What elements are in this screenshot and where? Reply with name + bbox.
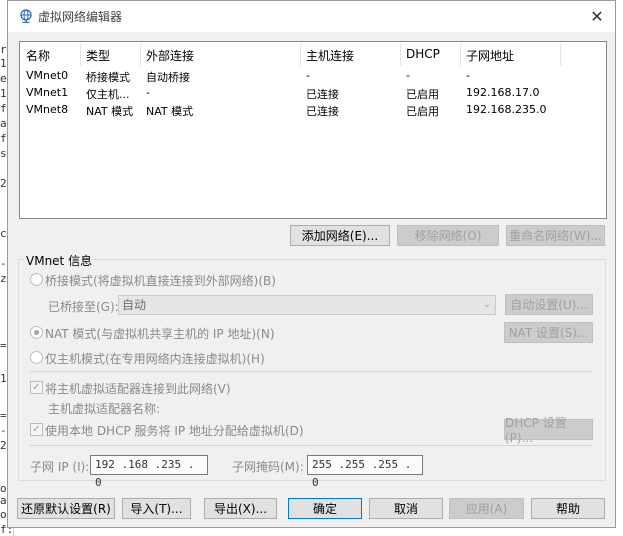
- bridged-to-select[interactable]: 自动 ⌄: [118, 295, 496, 315]
- table-row[interactable]: VMnet1 仅主机... - 已连接 已启用 192.168.17.0: [20, 85, 606, 102]
- import-button[interactable]: 导入(T)...: [122, 498, 191, 519]
- cell-host: -: [306, 69, 310, 82]
- dhcp-checkbox[interactable]: ✓: [30, 423, 43, 436]
- cell-dhcp: 已启用: [406, 105, 439, 118]
- bridged-to-value: 自动: [122, 298, 147, 312]
- cell-subnet: -: [466, 69, 470, 82]
- column-header-subnet[interactable]: 子网地址: [466, 47, 514, 65]
- table-row[interactable]: VMnet8 NAT 模式 NAT 模式 已连接 已启用 192.168.235…: [20, 102, 606, 119]
- close-icon: ✕: [590, 6, 604, 26]
- nat-settings-button[interactable]: NAT 设置(S)...: [504, 322, 593, 343]
- dhcp-label: 使用本地 DHCP 服务将 IP 地址分配给虚拟机(D): [45, 424, 304, 438]
- connect-adapter-label: 将主机虚拟适配器连接到此网络(V): [45, 382, 231, 396]
- apply-button[interactable]: 应用(A): [449, 498, 524, 519]
- bridged-to-label: 已桥接至(G):: [48, 300, 119, 314]
- host-only-mode-radio[interactable]: [30, 351, 43, 364]
- network-globe-icon: [20, 9, 32, 23]
- column-divider: [400, 44, 401, 66]
- ok-button[interactable]: 确定: [288, 498, 362, 519]
- column-header-external[interactable]: 外部连接: [146, 47, 194, 65]
- cell-external: NAT 模式: [146, 105, 194, 118]
- cell-subnet: 192.168.235.0: [466, 103, 547, 116]
- remove-network-button[interactable]: 移除网络(O): [397, 225, 499, 246]
- subnet-mask-input[interactable]: 255 .255 .255 . 0: [307, 455, 423, 489]
- cell-external: -: [146, 86, 150, 99]
- help-button[interactable]: 帮助: [531, 498, 605, 519]
- title-bar[interactable]: 虚拟网络编辑器 ✕: [8, 1, 615, 32]
- cell-dhcp: -: [406, 69, 410, 82]
- network-list-table[interactable]: 名称 类型 外部连接 主机连接 DHCP 子网地址 VMnet0 桥接模式 自动…: [19, 41, 607, 219]
- auto-settings-button[interactable]: 自动设置(U)...: [505, 294, 593, 315]
- cancel-button[interactable]: 取消: [369, 498, 443, 519]
- rename-network-button[interactable]: 重命名网络(W)...: [506, 225, 605, 246]
- virtual-network-editor-dialog: 虚拟网络编辑器 ✕ 名称 类型 外部连接 主机连接 DHCP 子网地址 VMne…: [7, 0, 616, 528]
- column-divider: [300, 44, 301, 66]
- cell-type: 仅主机...: [86, 88, 130, 101]
- cell-external: 自动桥接: [146, 71, 190, 84]
- chevron-down-icon: ⌄: [482, 299, 491, 310]
- subnet-mask-label: 子网掩码(M):: [232, 460, 304, 474]
- column-header-name[interactable]: 名称: [26, 47, 50, 65]
- vmnet-info-group: [18, 259, 606, 481]
- table-row[interactable]: VMnet0 桥接模式 自动桥接 - - -: [20, 68, 606, 85]
- bridged-mode-label: 桥接模式(将虚拟机直接连接到外部网络)(B): [45, 274, 276, 288]
- host-only-mode-label: 仅主机模式(在专用网络内连接虚拟机)(H): [45, 352, 265, 366]
- divider: [30, 371, 593, 372]
- cell-type: 桥接模式: [86, 71, 130, 84]
- export-button[interactable]: 导出(X)...: [204, 498, 277, 519]
- column-divider: [140, 44, 141, 66]
- cell-host: 已连接: [306, 88, 339, 101]
- restore-defaults-button[interactable]: 还原默认设置(R): [17, 498, 115, 519]
- cell-subnet: 192.168.17.0: [466, 86, 540, 99]
- nat-mode-label: NAT 模式(与虚拟机共享主机的 IP 地址)(N): [45, 327, 275, 341]
- column-divider: [80, 44, 81, 66]
- cell-name: VMnet8: [26, 103, 69, 116]
- bridged-mode-radio[interactable]: [30, 273, 43, 286]
- cell-type: NAT 模式: [86, 105, 134, 118]
- column-divider: [560, 44, 561, 66]
- window-title: 虚拟网络编辑器: [38, 10, 123, 24]
- column-divider: [460, 44, 461, 66]
- column-header-type[interactable]: 类型: [86, 47, 110, 65]
- cell-name: VMnet0: [26, 69, 69, 82]
- column-header-dhcp[interactable]: DHCP: [406, 47, 440, 65]
- adapter-name-label: 主机虚拟适配器名称:: [48, 402, 161, 416]
- cell-dhcp: 已启用: [406, 88, 439, 101]
- vmnet-info-title: VMnet 信息: [24, 252, 95, 269]
- close-button[interactable]: ✕: [583, 3, 611, 29]
- cell-host: 已连接: [306, 105, 339, 118]
- column-header-host[interactable]: 主机连接: [306, 47, 354, 65]
- divider: [30, 445, 593, 446]
- nat-mode-radio[interactable]: [30, 326, 43, 339]
- subnet-ip-input[interactable]: 192 .168 .235 . 0: [90, 455, 208, 489]
- cell-name: VMnet1: [26, 86, 69, 99]
- dhcp-settings-button[interactable]: DHCP 设置(P)...: [504, 416, 593, 445]
- subnet-ip-label: 子网 IP (I):: [30, 460, 90, 474]
- connect-adapter-checkbox[interactable]: ✓: [30, 381, 43, 394]
- add-network-button[interactable]: 添加网络(E)...: [290, 225, 390, 246]
